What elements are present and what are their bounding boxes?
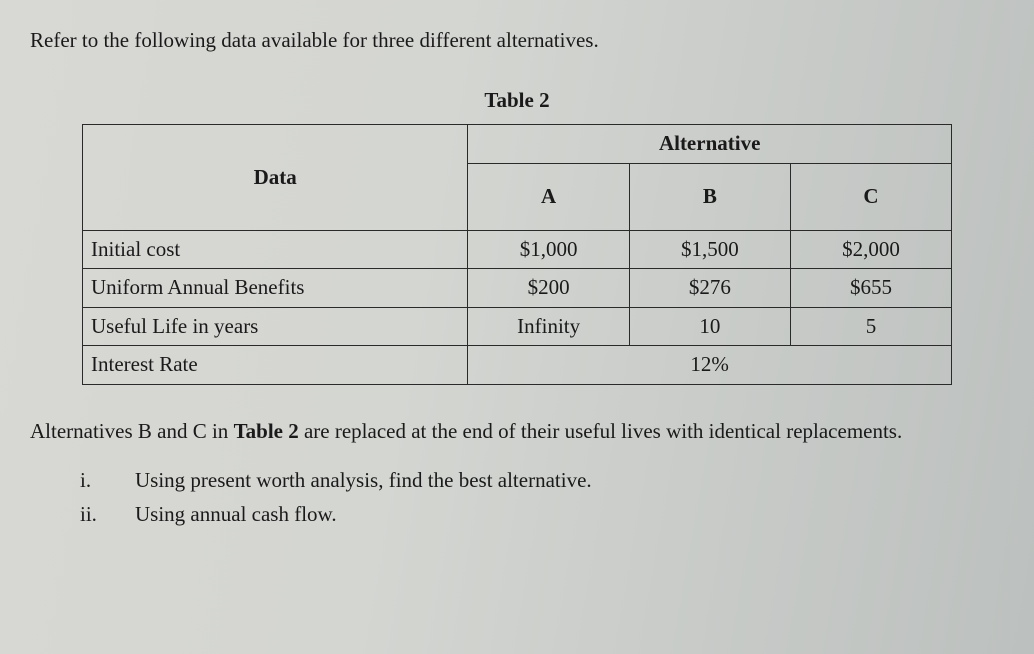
list-item: ii. Using annual cash flow. — [80, 499, 1004, 531]
question-number: ii. — [80, 499, 135, 531]
table-row: Useful Life in years Infinity 10 5 — [83, 307, 952, 346]
row-label: Interest Rate — [83, 346, 468, 385]
header-col-a: A — [468, 163, 630, 230]
header-col-c: C — [790, 163, 951, 230]
table-row: Uniform Annual Benefits $200 $276 $655 — [83, 269, 952, 308]
note-part2: are replaced at the end of their useful … — [299, 419, 903, 443]
row-label: Uniform Annual Benefits — [83, 269, 468, 308]
row-label: Initial cost — [83, 230, 468, 269]
cell: $2,000 — [790, 230, 951, 269]
cell: $1,500 — [629, 230, 790, 269]
questions-list: i. Using present worth analysis, find th… — [80, 465, 1004, 530]
cell: $276 — [629, 269, 790, 308]
cell: 10 — [629, 307, 790, 346]
cell: $1,000 — [468, 230, 630, 269]
cell: 12% — [468, 346, 952, 385]
note-text: Alternatives B and C in Table 2 are repl… — [30, 415, 1004, 448]
table-row: Interest Rate 12% — [83, 346, 952, 385]
header-data: Data — [83, 125, 468, 231]
intro-text: Refer to the following data available fo… — [30, 25, 1004, 57]
row-label: Useful Life in years — [83, 307, 468, 346]
question-text: Using annual cash flow. — [135, 499, 337, 531]
header-col-b: B — [629, 163, 790, 230]
cell: 5 — [790, 307, 951, 346]
table-title: Table 2 — [30, 85, 1004, 117]
cell: $655 — [790, 269, 951, 308]
note-bold: Table 2 — [234, 419, 299, 443]
header-alternative: Alternative — [468, 125, 952, 164]
question-text: Using present worth analysis, find the b… — [135, 465, 592, 497]
cell: Infinity — [468, 307, 630, 346]
cell: $200 — [468, 269, 630, 308]
table-row: Initial cost $1,000 $1,500 $2,000 — [83, 230, 952, 269]
note-part1: Alternatives B and C in — [30, 419, 234, 443]
data-table: Data Alternative A B C Initial cost $1,0… — [82, 124, 952, 385]
question-number: i. — [80, 465, 135, 497]
list-item: i. Using present worth analysis, find th… — [80, 465, 1004, 497]
